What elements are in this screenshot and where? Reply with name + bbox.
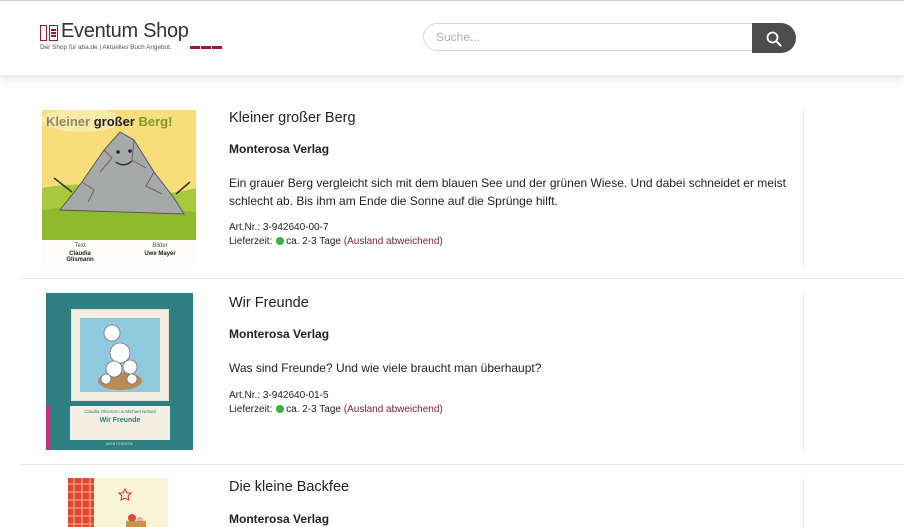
book-cover-die-kleine-backfee[interactable] — [68, 478, 168, 527]
books-logo-icon — [40, 25, 60, 41]
column-divider — [803, 479, 804, 527]
book-cover-kleiner-grosser-berg[interactable]: Kleiner großer Berg! Text Claudia Glisma… — [42, 110, 196, 266]
magnifier-icon — [766, 31, 782, 47]
cover-credit-images: Bilder Uwe Mayer — [144, 243, 176, 257]
abroad-delivery-link[interactable]: (Ausland abweichend) — [344, 404, 443, 415]
site-logo[interactable]: Eventum Shop Der Shop für aba.de | Aktue… — [40, 20, 230, 57]
delivery-status-dot — [276, 237, 285, 245]
product-art-nr: Art.Nr.: 3-942640-01-5 — [229, 390, 329, 401]
logo-badges — [190, 46, 223, 64]
cover-publisher: MONTEROSA — [105, 442, 134, 446]
product-publisher: Monterosa Verlag — [229, 327, 330, 341]
cover-credit-text: Text Claudia Glismann — [66, 243, 94, 263]
product-item: Die kleine Backfee Monterosa Verlag — [20, 465, 904, 527]
product-title[interactable]: Kleiner großer Berg — [229, 110, 356, 126]
backfee-illustration-icon — [68, 478, 146, 527]
product-description: Was sind Freunde? Und wie viele braucht … — [229, 361, 542, 375]
book-cover-wir-freunde[interactable]: Claudia Glismann & Michael Netwal Wir Fr… — [46, 293, 193, 450]
abroad-delivery-link[interactable]: (Ausland abweichend) — [344, 236, 443, 247]
product-publisher: Monterosa Verlag — [229, 142, 330, 156]
product-description: Ein grauer Berg vergleicht sich mit dem … — [229, 176, 786, 208]
cover-title: Wir Freunde — [99, 417, 141, 424]
product-item: Kleiner großer Berg! Text Claudia Glisma… — [20, 96, 904, 280]
search-button[interactable] — [752, 23, 796, 53]
logo-tagline: Der Shop für aba.de | Aktuelles Buch Ang… — [40, 44, 172, 51]
product-title[interactable]: Die kleine Backfee — [229, 479, 349, 495]
column-divider — [803, 294, 804, 450]
product-delivery: Lieferzeit: ca. 2-3 Tage (Ausland abweic… — [229, 236, 443, 247]
column-divider — [803, 110, 804, 266]
product-divider — [20, 278, 904, 279]
logo-title: Eventum Shop — [61, 20, 189, 42]
product-delivery: Lieferzeit: ca. 2-3 Tage (Ausland abweic… — [229, 404, 443, 415]
product-publisher: Monterosa Verlag — [229, 512, 330, 526]
cover-authors: Claudia Glismann & Michael Netwal — [84, 409, 156, 414]
site-header: Eventum Shop Der Shop für aba.de | Aktue… — [0, 1, 904, 75]
delivery-status-dot — [276, 405, 285, 413]
cover-title: Kleiner großer Berg! — [46, 114, 173, 129]
product-title[interactable]: Wir Freunde — [229, 295, 309, 311]
product-art-nr: Art.Nr.: 3-942640-00-7 — [229, 222, 329, 233]
search-input[interactable] — [423, 23, 753, 51]
product-item: Claudia Glismann & Michael Netwal Wir Fr… — [20, 280, 904, 465]
